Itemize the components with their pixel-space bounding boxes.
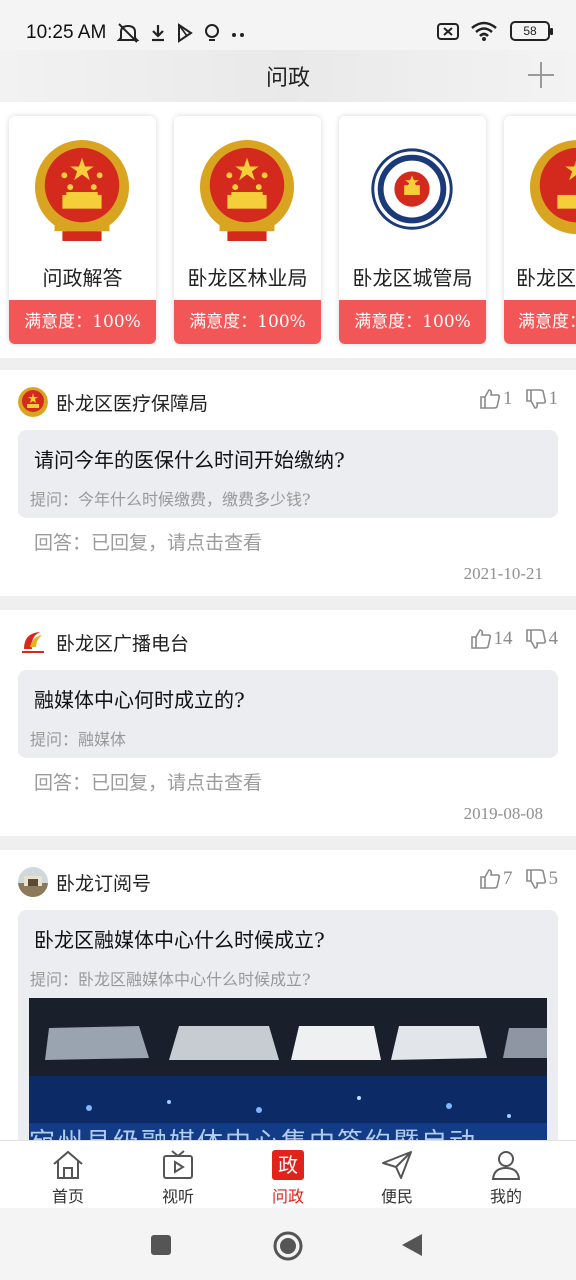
tab-home[interactable]: 首页 <box>33 1149 103 1207</box>
post-header: 卧龙区广播电台 <box>18 626 189 658</box>
like-count: 1 <box>503 388 513 409</box>
recent-apps-button[interactable] <box>150 1234 172 1256</box>
lightbulb-icon <box>205 24 219 41</box>
thumbs-up-icon <box>480 389 501 409</box>
dislike-button[interactable]: 1 <box>525 388 559 410</box>
home-icon <box>53 1150 83 1179</box>
post-header: 卧龙订阅号 <box>18 866 151 898</box>
tab-wenzheng[interactable]: 政 问政 <box>253 1149 323 1207</box>
question-title: 融媒体中心何时成立的? <box>34 688 245 712</box>
department-card[interactable]: 卧龙区城管局 满意度：100% <box>339 116 486 344</box>
department-name: 卧龙区 <box>516 266 576 290</box>
like-count: 14 <box>493 628 513 649</box>
tab-video[interactable]: 视听 <box>143 1149 213 1207</box>
page-title: 问政 <box>265 66 310 91</box>
vote-group: 7 5 <box>479 868 558 890</box>
question-title: 请问今年的医保什么时间开始缴纳? <box>34 448 345 472</box>
avatar <box>18 867 48 897</box>
status-time: 10:25 AM <box>26 22 107 43</box>
question-title: 卧龙区融媒体中心什么时候成立? <box>34 928 325 952</box>
thumbs-down-icon <box>525 629 546 649</box>
wifi-icon <box>471 21 497 41</box>
back-button[interactable] <box>400 1232 424 1258</box>
like-button[interactable]: 1 <box>479 388 513 410</box>
person-icon <box>491 1151 521 1180</box>
system-navigation-bar <box>0 1208 576 1280</box>
vote-group: 14 4 <box>470 628 559 650</box>
post-header: 卧龙区医疗保障局 <box>18 386 208 418</box>
satisfaction-badge: 满意度： <box>504 300 576 344</box>
question-detail: 提问：融媒体 <box>30 730 127 749</box>
tv-play-icon <box>163 1150 193 1179</box>
department-card[interactable]: 卧龙区林业局 满意度：100% <box>174 116 321 344</box>
status-system-icons: 58 <box>436 20 553 42</box>
wenzheng-icon: 政 <box>272 1150 304 1180</box>
vote-group: 1 1 <box>479 388 558 410</box>
department-card[interactable]: 卧龙区 满意度： <box>504 116 576 344</box>
tab-convenience[interactable]: 便民 <box>362 1149 432 1207</box>
satisfaction-badge: 满意度：100% <box>339 300 486 344</box>
tab-label: 首页 <box>51 1187 84 1206</box>
post-date: 2019-08-08 <box>463 804 543 823</box>
dislike-button[interactable]: 5 <box>525 868 559 890</box>
urban-management-badge-icon <box>371 148 453 230</box>
national-emblem-icon <box>34 140 130 241</box>
org-name: 卧龙区广播电台 <box>56 632 190 655</box>
home-button[interactable] <box>272 1230 304 1262</box>
dislike-button[interactable]: 4 <box>525 628 559 650</box>
paper-plane-icon <box>382 1151 412 1179</box>
dislike-count: 4 <box>548 628 559 649</box>
dislike-count: 1 <box>548 388 559 409</box>
more-dots-icon <box>232 33 244 37</box>
dislike-count: 5 <box>548 868 559 889</box>
download-icon <box>152 25 164 42</box>
status-bar: 10:25 AM 58 <box>0 0 576 50</box>
national-emblem-icon <box>529 140 576 235</box>
question-box[interactable]: 卧龙区融媒体中心什么时候成立? 提问：卧龙区融媒体中心什么时候成立? 宛州县级融… <box>18 910 558 1168</box>
question-box[interactable]: 请问今年的医保什么时间开始缴纳? 提问：今年什么时候缴费，缴费多少钱? <box>18 430 558 518</box>
tab-label: 便民 <box>380 1187 413 1206</box>
like-count: 7 <box>503 868 513 889</box>
bottom-tab-bar: 首页 视听 政 问政 便民 我的 <box>0 1140 576 1208</box>
satisfaction-badge: 满意度：100% <box>174 300 321 344</box>
qa-post[interactable]: 卧龙区广播电台 14 4 融媒体中心何时成立的? 提问：融媒体 回答：已回复，请… <box>0 610 576 836</box>
thumbs-down-icon <box>525 389 546 409</box>
like-button[interactable]: 14 <box>470 628 513 650</box>
mute-icon <box>116 23 140 43</box>
avatar <box>18 627 48 657</box>
satisfaction-badge: 满意度：100% <box>9 300 156 344</box>
tab-label: 我的 <box>489 1187 522 1206</box>
status-notification-icons <box>116 22 248 44</box>
tab-mine[interactable]: 我的 <box>471 1149 541 1207</box>
like-button[interactable]: 7 <box>479 868 513 890</box>
department-card[interactable]: 问政解答 满意度：100% <box>9 116 156 344</box>
national-emblem-icon <box>199 140 295 241</box>
tab-label: 视听 <box>161 1187 194 1206</box>
top-navbar: 问政 <box>0 50 576 102</box>
thumbs-up-icon <box>480 869 501 889</box>
department-carousel[interactable]: 问政解答 满意度：100% 卧龙区林业局 满意度：100% 卧龙区城管局 满意度… <box>0 102 576 358</box>
plus-icon[interactable] <box>526 54 556 97</box>
question-detail: 提问：今年什么时候缴费，缴费多少钱? <box>30 490 311 509</box>
question-detail: 提问：卧龙区融媒体中心什么时候成立? <box>30 970 311 989</box>
org-name: 卧龙订阅号 <box>56 872 152 895</box>
tab-label: 问政 <box>271 1187 304 1206</box>
answer-status[interactable]: 回答：已回复，请点击查看 <box>34 528 262 555</box>
department-name: 问政解答 <box>42 266 123 290</box>
qa-post[interactable]: 卧龙订阅号 7 5 卧龙区融媒体中心什么时候成立? 提问：卧龙区融媒体中心什么时… <box>0 850 576 1168</box>
battery-icon: 58 <box>510 21 553 41</box>
thumbs-down-icon <box>525 869 546 889</box>
department-name: 卧龙区城管局 <box>352 266 473 290</box>
org-name: 卧龙区医疗保障局 <box>56 392 209 415</box>
question-box[interactable]: 融媒体中心何时成立的? 提问：融媒体 <box>18 670 558 758</box>
department-name: 卧龙区林业局 <box>187 266 308 290</box>
no-sim-icon <box>437 23 459 40</box>
qa-post[interactable]: 卧龙区医疗保障局 1 1 请问今年的医保什么时间开始缴纳? 提问：今年什么时候缴… <box>0 370 576 596</box>
post-date: 2021-10-21 <box>463 564 543 583</box>
play-store-icon <box>178 23 193 43</box>
avatar <box>18 387 48 417</box>
answer-status[interactable]: 回答：已回复，请点击查看 <box>34 768 262 795</box>
thumbs-up-icon <box>470 629 491 649</box>
